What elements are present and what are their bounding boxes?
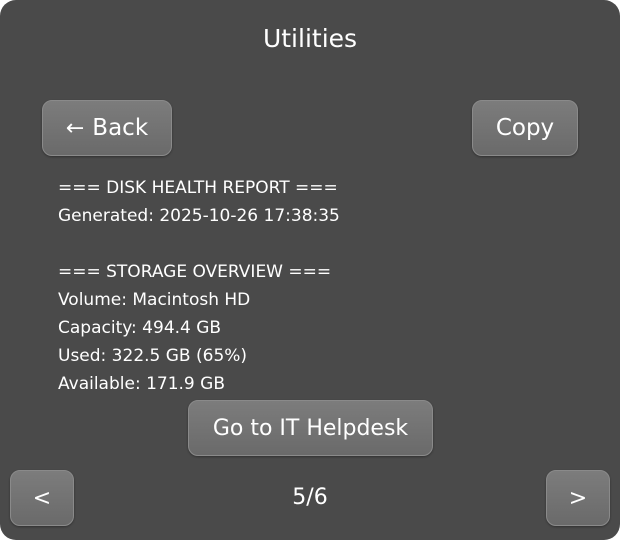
report-line: Capacity: 494.4 GB	[58, 318, 222, 338]
copy-button[interactable]: Copy	[472, 100, 578, 156]
previous-page-button[interactable]: <	[10, 470, 74, 526]
copy-button-label: Copy	[495, 115, 555, 141]
report-line: Volume: Macintosh HD	[58, 290, 251, 310]
next-page-button[interactable]: >	[546, 470, 610, 526]
next-page-label: >	[568, 485, 588, 511]
page-indicator: 5/6	[292, 485, 328, 510]
previous-page-label: <	[32, 485, 52, 511]
report-line: === DISK HEALTH REPORT ===	[58, 178, 338, 198]
report-line: Generated: 2025-10-26 17:38:35	[58, 206, 340, 226]
back-button[interactable]: ← Back	[42, 100, 172, 156]
report-line: Used: 322.5 GB (65%)	[58, 346, 248, 366]
it-helpdesk-button-label: Go to IT Helpdesk	[212, 415, 409, 441]
left-arrow-icon: ←	[65, 115, 85, 141]
utilities-panel: Utilities ← Back Copy === DISK HEALTH RE…	[0, 0, 620, 540]
report-text-area[interactable]: === DISK HEALTH REPORT === Generated: 20…	[58, 174, 578, 390]
report-line: === STORAGE OVERVIEW ===	[58, 262, 332, 282]
back-button-label: Back	[92, 115, 149, 141]
report-line	[58, 230, 578, 258]
report-line: Available: 171.9 GB	[58, 374, 225, 390]
page-title: Utilities	[262, 24, 358, 53]
it-helpdesk-button[interactable]: Go to IT Helpdesk	[188, 400, 433, 456]
